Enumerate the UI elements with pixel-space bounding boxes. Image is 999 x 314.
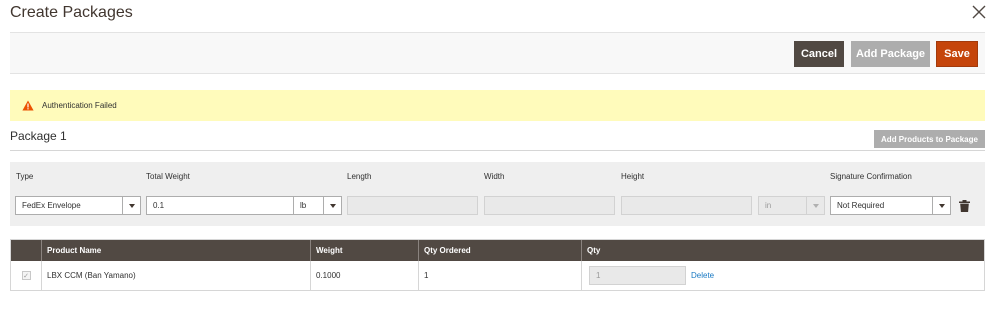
- type-select[interactable]: FedEx Envelope: [15, 196, 141, 215]
- height-input: [621, 196, 752, 215]
- header-product-name: Product Name: [42, 240, 311, 261]
- add-package-button[interactable]: Add Package: [851, 41, 930, 67]
- chevron-down-icon: [323, 197, 341, 214]
- chevron-down-icon: [122, 197, 140, 214]
- error-message: Authentication Failed: [10, 90, 985, 121]
- modal-title: Create Packages: [10, 4, 133, 21]
- weight-cell: 0.1000: [311, 261, 419, 290]
- chevron-down-icon: [932, 197, 950, 214]
- width-label: Width: [484, 172, 505, 181]
- length-input: [347, 196, 478, 215]
- header-select: [11, 240, 42, 261]
- items-table: Product Name Weight Qty Ordered Qty ✓ LB…: [10, 239, 985, 291]
- row-select-cell: ✓: [11, 261, 42, 290]
- cancel-button[interactable]: Cancel: [794, 41, 844, 67]
- product-name-cell: LBX CCM (Ban Yamano): [42, 261, 311, 290]
- weight-value: 0.1: [153, 201, 165, 210]
- header-weight: Weight: [311, 240, 419, 261]
- qty-ordered-cell: 1: [419, 261, 582, 290]
- divider: [10, 150, 985, 151]
- qty-cell: 1 Delete: [582, 261, 984, 290]
- message-text: Authentication Failed: [42, 101, 117, 110]
- table-row: ✓ LBX CCM (Ban Yamano) 0.1000 1 1 Delete: [11, 261, 984, 290]
- package-title: Package 1: [10, 129, 67, 143]
- dimension-unit-value: in: [765, 201, 772, 210]
- height-label: Height: [621, 172, 645, 181]
- trash-icon[interactable]: [959, 200, 970, 212]
- header-qty-ordered: Qty Ordered: [419, 240, 582, 261]
- chevron-down-icon: [806, 197, 824, 214]
- type-value: FedEx Envelope: [22, 201, 81, 210]
- length-label: Length: [347, 172, 372, 181]
- qty-input: 1: [589, 266, 686, 285]
- delete-link[interactable]: Delete: [691, 271, 714, 280]
- total-weight-label: Total Weight: [146, 172, 190, 181]
- width-input: [484, 196, 615, 215]
- header-qty: Qty: [587, 246, 601, 255]
- signature-label: Signature Confirmation: [830, 172, 912, 181]
- weight-unit-value: lb: [300, 201, 307, 210]
- dimension-unit-select: in: [758, 196, 825, 215]
- table-header: Product Name Weight Qty Ordered Qty: [11, 240, 984, 261]
- type-label: Type: [16, 172, 34, 181]
- total-weight-input[interactable]: 0.1: [146, 196, 294, 215]
- signature-value: Not Required: [837, 201, 885, 210]
- warning-icon: [22, 100, 34, 111]
- save-button[interactable]: Save: [936, 41, 978, 67]
- add-products-button[interactable]: Add Products to Package: [874, 130, 985, 148]
- weight-unit-select[interactable]: lb: [293, 196, 342, 215]
- close-icon[interactable]: [971, 4, 987, 20]
- row-checkbox[interactable]: ✓: [21, 271, 31, 280]
- signature-select[interactable]: Not Required: [830, 196, 951, 215]
- package-parameters: Type Total Weight Length Width Height Si…: [10, 162, 985, 226]
- modal-actions-bar: Cancel Add Package Save: [10, 32, 985, 74]
